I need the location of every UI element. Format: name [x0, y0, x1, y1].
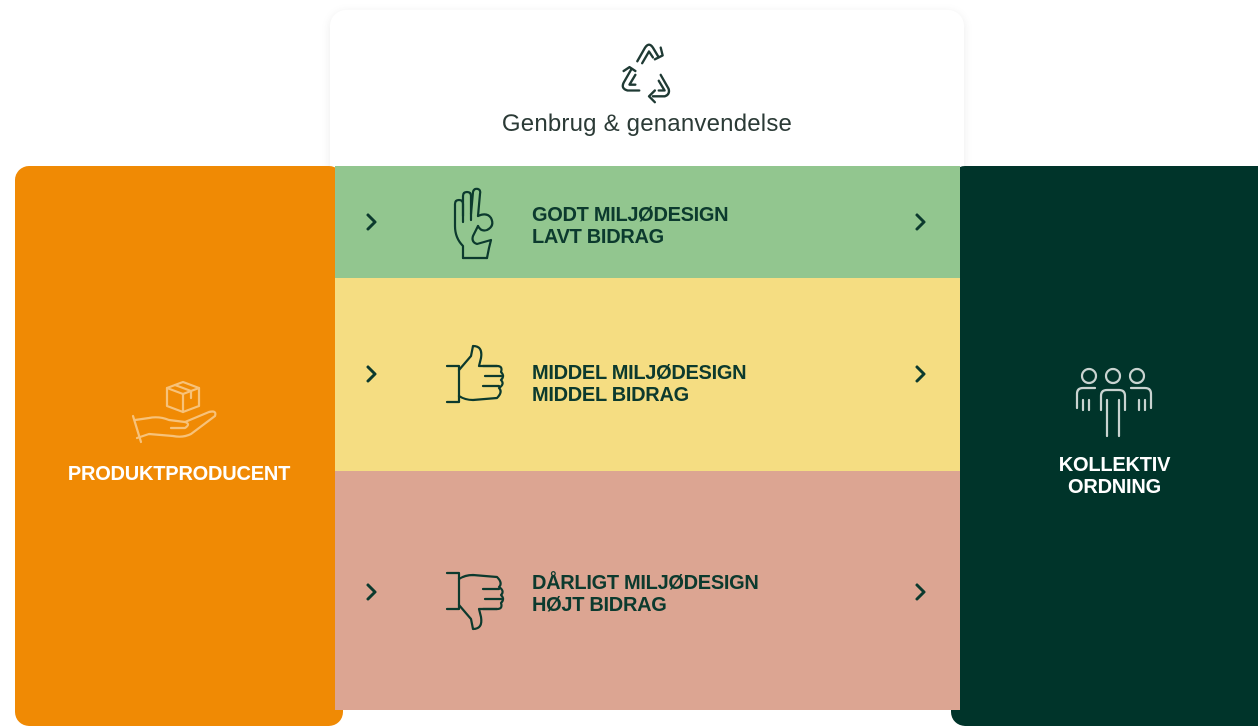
- recycle-icon: [621, 43, 671, 104]
- band-poor-line1: DÅRLIGT MILJØDESIGN: [532, 572, 759, 594]
- collective-label-line2: ORDNING: [1067, 476, 1162, 498]
- band-poor-line2: HØJT BIDRAG: [532, 594, 667, 616]
- producer-card: PRODUKTPRODUCENT: [15, 166, 343, 726]
- people-group-icon: [1075, 367, 1153, 438]
- band-good-line2: LAVT BIDRAG: [532, 226, 664, 248]
- chevron-right-icon: [915, 583, 926, 601]
- band-medium-line1: MIDDEL MILJØDESIGN: [532, 362, 747, 384]
- chevron-right-icon: [366, 213, 377, 231]
- band-medium-design: MIDDEL MILJØDESIGN MIDDEL BIDRAG: [335, 278, 960, 471]
- band-medium-line2: MIDDEL BIDRAG: [532, 384, 689, 406]
- collective-label-line1: KOLLEKTIV: [1058, 454, 1171, 476]
- chevron-right-icon: [915, 365, 926, 383]
- chevron-right-icon: [366, 365, 377, 383]
- recycling-title: Genbrug & genanvendelse: [501, 110, 793, 137]
- recycling-card: Genbrug & genanvendelse: [330, 10, 964, 180]
- band-poor-design: DÅRLIGT MILJØDESIGN HØJT BIDRAG: [335, 471, 960, 710]
- ok-hand-icon: [453, 187, 494, 260]
- chevron-right-icon: [915, 213, 926, 231]
- band-good-design: GODT MILJØDESIGN LAVT BIDRAG: [335, 166, 960, 278]
- band-medium-labels: MIDDEL MILJØDESIGN MIDDEL BIDRAG: [532, 362, 747, 406]
- chevron-right-icon: [366, 583, 377, 601]
- band-good-line1: GODT MILJØDESIGN: [532, 204, 729, 226]
- thumbs-down-icon: [445, 571, 505, 631]
- collective-card: KOLLEKTIV ORDNING: [951, 166, 1258, 726]
- producer-label: PRODUKTPRODUCENT: [67, 463, 291, 485]
- thumbs-up-icon: [445, 344, 505, 404]
- band-good-labels: GODT MILJØDESIGN LAVT BIDRAG: [532, 204, 729, 248]
- collective-label: KOLLEKTIV ORDNING: [951, 454, 1258, 498]
- band-poor-labels: DÅRLIGT MILJØDESIGN HØJT BIDRAG: [532, 572, 759, 616]
- hand-with-box-icon: [131, 380, 217, 444]
